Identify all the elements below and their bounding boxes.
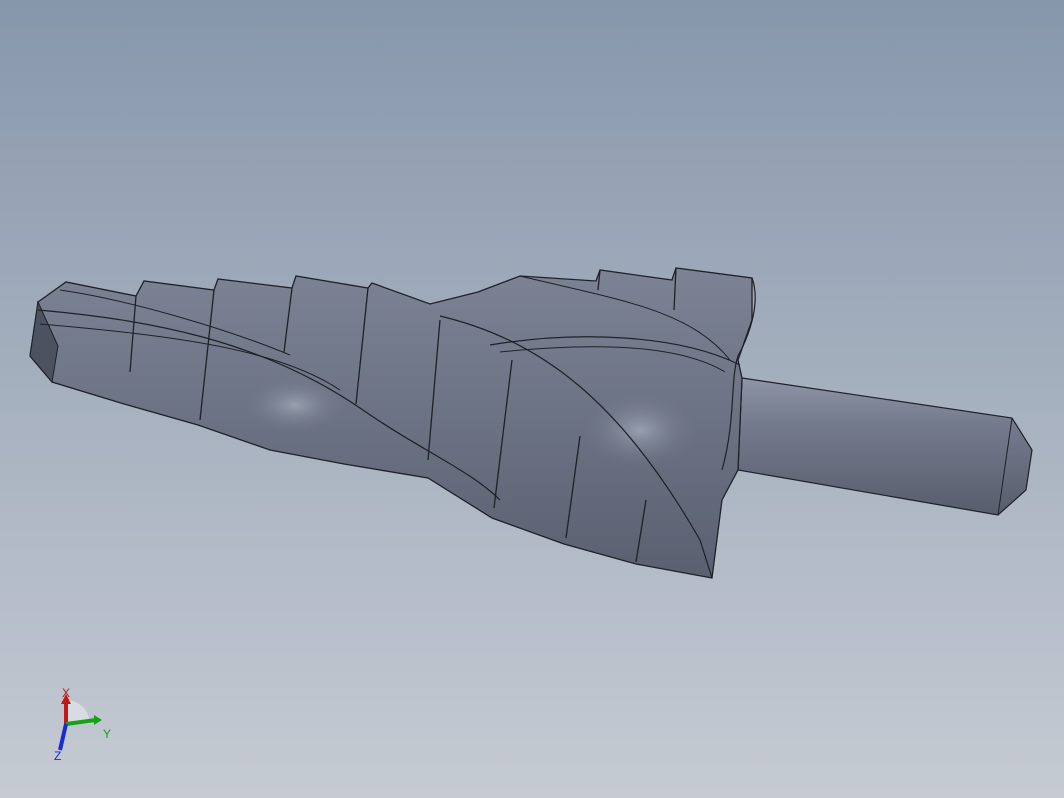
z-axis-icon (58, 723, 68, 751)
graphics-viewport[interactable]: X Y Z (0, 0, 1064, 798)
y-axis-label: Y (103, 727, 111, 741)
z-axis-label: Z (54, 749, 61, 763)
shank[interactable] (737, 377, 1033, 516)
orientation-triad: X Y Z (54, 686, 111, 763)
drill-bit-model[interactable] (0, 0, 1064, 798)
stepped-body[interactable] (29, 267, 756, 579)
x-axis-label: X (62, 686, 70, 700)
